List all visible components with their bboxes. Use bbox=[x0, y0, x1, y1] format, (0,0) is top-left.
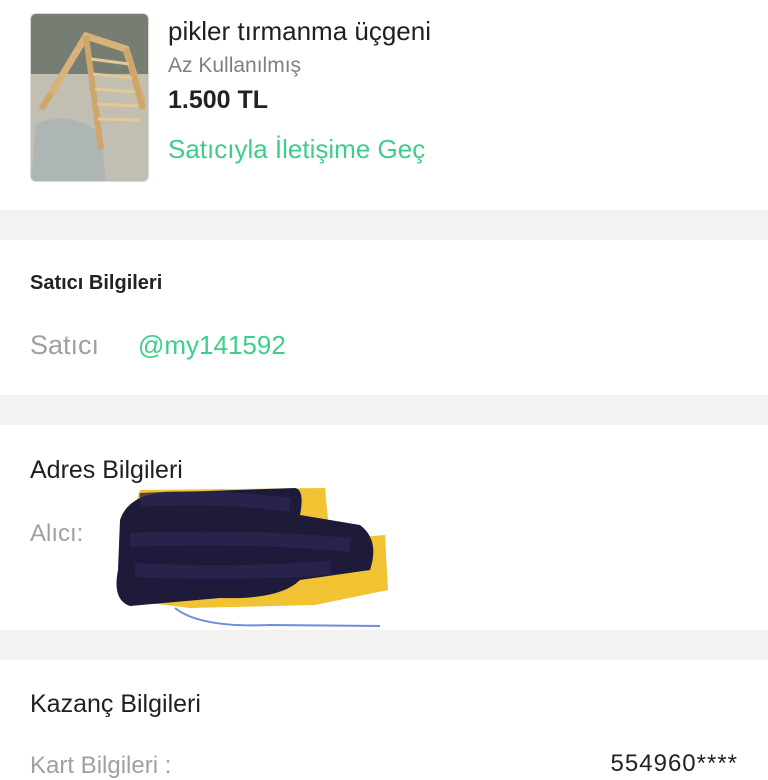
section-divider bbox=[0, 210, 768, 240]
seller-username-link[interactable]: @my141592 bbox=[138, 330, 286, 361]
seller-section-title: Satıcı Bilgileri bbox=[30, 272, 163, 294]
product-condition: Az Kullanılmış bbox=[168, 54, 302, 77]
product-thumbnail[interactable] bbox=[30, 13, 149, 182]
card-number-value: 554960**** bbox=[610, 750, 738, 777]
seller-label: Satıcı bbox=[30, 330, 100, 360]
product-card[interactable]: pikler tırmanma üçgeni Az Kullanılmış 1.… bbox=[0, 0, 768, 210]
product-price: 1.500 TL bbox=[168, 86, 269, 114]
earnings-section-title: Kazanç Bilgileri bbox=[30, 690, 201, 718]
redaction-scribble bbox=[116, 488, 388, 627]
section-divider bbox=[0, 395, 768, 425]
product-title[interactable]: pikler tırmanma üçgeni bbox=[168, 16, 431, 47]
section-divider bbox=[0, 630, 768, 660]
card-info-label: Kart Bilgileri : bbox=[30, 752, 172, 779]
climbing-triangle-image bbox=[31, 14, 148, 181]
recipient-label: Alıcı: bbox=[30, 520, 84, 547]
contact-seller-link[interactable]: Satıcıyla İletişime Geç bbox=[168, 134, 425, 165]
seller-info-section bbox=[0, 240, 768, 395]
